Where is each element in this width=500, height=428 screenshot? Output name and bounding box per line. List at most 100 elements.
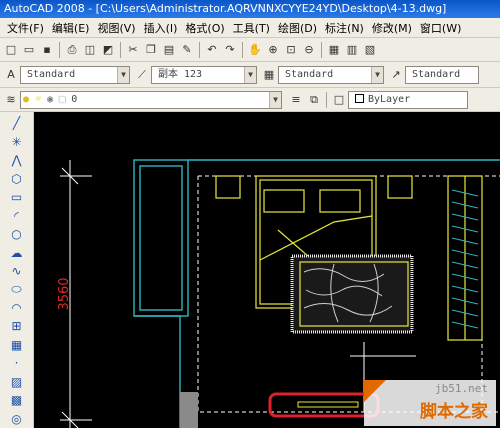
text-style-select[interactable]: Standard ▼ <box>20 65 130 84</box>
toolbar-separator <box>242 41 243 58</box>
table-style-value: Standard <box>285 68 334 80</box>
color-icon[interactable]: □ <box>331 92 347 108</box>
point-tool-icon[interactable]: · <box>7 354 27 372</box>
menu-insert[interactable]: 插入(I) <box>141 20 181 36</box>
menu-file[interactable]: 文件(F) <box>4 20 47 36</box>
menu-modify[interactable]: 修改(M) <box>369 20 415 36</box>
menu-window[interactable]: 窗口(W) <box>417 20 464 36</box>
text-style-icon[interactable]: A <box>3 67 19 83</box>
menu-draw[interactable]: 绘图(D) <box>275 20 320 36</box>
watermark-fold-icon <box>364 380 386 402</box>
chevron-down-icon[interactable]: ▼ <box>371 66 383 83</box>
drawing-canvas[interactable]: 3560 jb51.net 脚本之家 <box>34 112 500 428</box>
multileader-style-value: Standard <box>412 68 461 80</box>
nightstand-left <box>215 175 241 199</box>
dim-style-icon[interactable]: ⟋ <box>134 67 150 83</box>
region-tool-icon[interactable]: ◎ <box>7 410 27 428</box>
menu-view[interactable]: 视图(V) <box>94 20 138 36</box>
chevron-down-icon[interactable]: ▼ <box>269 91 281 108</box>
styles-toolbar: A Standard ▼ ⟋ 副本 123 ▼ ▦ Standard ▼ ↗ S… <box>0 62 500 88</box>
toolbar-separator <box>199 41 200 58</box>
window-title: AutoCAD 2008 - [C:\Users\Administrator.A… <box>0 0 500 18</box>
column <box>180 392 198 428</box>
open-file-icon[interactable]: ▭ <box>21 42 37 58</box>
new-file-icon[interactable]: □ <box>3 42 19 58</box>
dim-style-select[interactable]: 副本 123 ▼ <box>151 65 257 84</box>
polygon-tool-icon[interactable]: ⬡ <box>7 169 27 187</box>
layer-lock-icon: ◉ <box>47 93 54 105</box>
ellipse-tool-icon[interactable]: ⬭ <box>7 280 27 298</box>
ellipse-arc-icon[interactable]: ◠ <box>7 299 27 317</box>
make-block-icon[interactable]: ▦ <box>7 336 27 354</box>
arc-tool-icon[interactable]: ◜ <box>7 206 27 224</box>
menu-edit[interactable]: 编辑(E) <box>49 20 93 36</box>
highlight-outline <box>268 392 380 418</box>
revision-cloud-icon[interactable]: ☁ <box>7 243 27 261</box>
menu-tools[interactable]: 工具(T) <box>230 20 273 36</box>
zoom-realtime-icon[interactable]: ⊕ <box>265 42 281 58</box>
toolbar-separator <box>59 41 60 58</box>
layer-manager-icon[interactable]: ≋ <box>3 92 19 108</box>
hatch-tool-icon[interactable]: ▨ <box>7 373 27 391</box>
design-center-icon[interactable]: ▥ <box>344 42 360 58</box>
layer-previous-icon[interactable]: ⧉ <box>306 92 322 108</box>
layer-select[interactable]: ● ☼ ◉ ■ 0 ▼ <box>20 90 282 109</box>
color-swatch-icon <box>355 93 364 103</box>
layer-on-icon: ● <box>23 93 30 105</box>
carpet <box>290 254 414 334</box>
layers-toolbar: ≋ ● ☼ ◉ ■ 0 ▼ ≡ ⧉ □ ByLayer <box>0 88 500 112</box>
dimension-text: 3560 <box>57 277 72 310</box>
zoom-previous-icon[interactable]: ⊖ <box>301 42 317 58</box>
polyline-tool-icon[interactable]: ⋀ <box>7 151 27 169</box>
chevron-down-icon[interactable]: ▼ <box>117 66 129 83</box>
insert-block-icon[interactable]: ⊞ <box>7 317 27 335</box>
construction-line-icon[interactable]: ✳ <box>7 132 27 150</box>
print-icon[interactable]: ⎙ <box>64 42 80 58</box>
zoom-window-icon[interactable]: ⊡ <box>283 42 299 58</box>
rectangle-tool-icon[interactable]: ▭ <box>7 188 27 206</box>
save-icon[interactable]: ▪ <box>39 42 55 58</box>
toolbar-separator <box>326 91 327 108</box>
pan-icon[interactable]: ✋ <box>247 42 263 58</box>
table-style-icon[interactable]: ▦ <box>261 67 277 83</box>
tool-palettes-icon[interactable]: ▧ <box>362 42 378 58</box>
make-layer-current-icon[interactable]: ≡ <box>288 92 304 108</box>
wardrobe-left <box>133 159 189 317</box>
line-tool-icon[interactable]: ╱ <box>7 114 27 132</box>
undo-icon[interactable]: ↶ <box>204 42 220 58</box>
menu-format[interactable]: 格式(O) <box>182 20 227 36</box>
circle-tool-icon[interactable]: ○ <box>7 225 27 243</box>
copy-icon[interactable]: ❐ <box>143 42 159 58</box>
paste-icon[interactable]: ▤ <box>161 42 177 58</box>
draw-toolbar: ╱ ✳ ⋀ ⬡ ▭ ◜ ○ ☁ ∿ ⬭ ◠ ⊞ ▦ · ▨ ▩ ◎ <box>0 112 34 428</box>
spline-tool-icon[interactable]: ∿ <box>7 262 27 280</box>
match-properties-icon[interactable]: ✎ <box>179 42 195 58</box>
left-wall <box>134 315 181 428</box>
pillow-left <box>263 189 305 213</box>
plot-preview-icon[interactable]: ◫ <box>82 42 98 58</box>
publish-icon[interactable]: ◩ <box>100 42 116 58</box>
properties-icon[interactable]: ▦ <box>326 42 342 58</box>
menu-bar: 文件(F) 编辑(E) 视图(V) 插入(I) 格式(O) 工具(T) 绘图(D… <box>0 18 500 38</box>
multileader-style-icon[interactable]: ↗ <box>388 67 404 83</box>
highlighted-door <box>268 392 380 418</box>
color-value: ByLayer <box>368 93 411 105</box>
watermark-name: 脚本之家 <box>420 402 488 422</box>
toolbar-separator <box>321 41 322 58</box>
color-select[interactable]: ByLayer <box>348 90 468 109</box>
chevron-down-icon[interactable]: ▼ <box>244 66 256 83</box>
layer-name-value: 0 <box>71 93 78 105</box>
standard-toolbar: □ ▭ ▪ ⎙ ◫ ◩ ✂ ❐ ▤ ✎ ↶ ↷ ✋ ⊕ ⊡ ⊖ ▦ ▥ ▧ <box>0 38 500 62</box>
redo-icon[interactable]: ↷ <box>222 42 238 58</box>
bed-sheet-fold <box>259 215 373 261</box>
menu-dimension[interactable]: 标注(N) <box>322 20 367 36</box>
layer-freeze-icon: ☼ <box>35 93 42 105</box>
gradient-tool-icon[interactable]: ▩ <box>7 391 27 409</box>
multileader-style-select[interactable]: Standard <box>405 65 479 84</box>
table-style-select[interactable]: Standard ▼ <box>278 65 384 84</box>
door-panel <box>297 401 359 408</box>
nightstand-right <box>387 175 413 199</box>
text-style-value: Standard <box>27 68 76 80</box>
layer-color-icon: ■ <box>59 93 66 105</box>
cut-icon[interactable]: ✂ <box>125 42 141 58</box>
